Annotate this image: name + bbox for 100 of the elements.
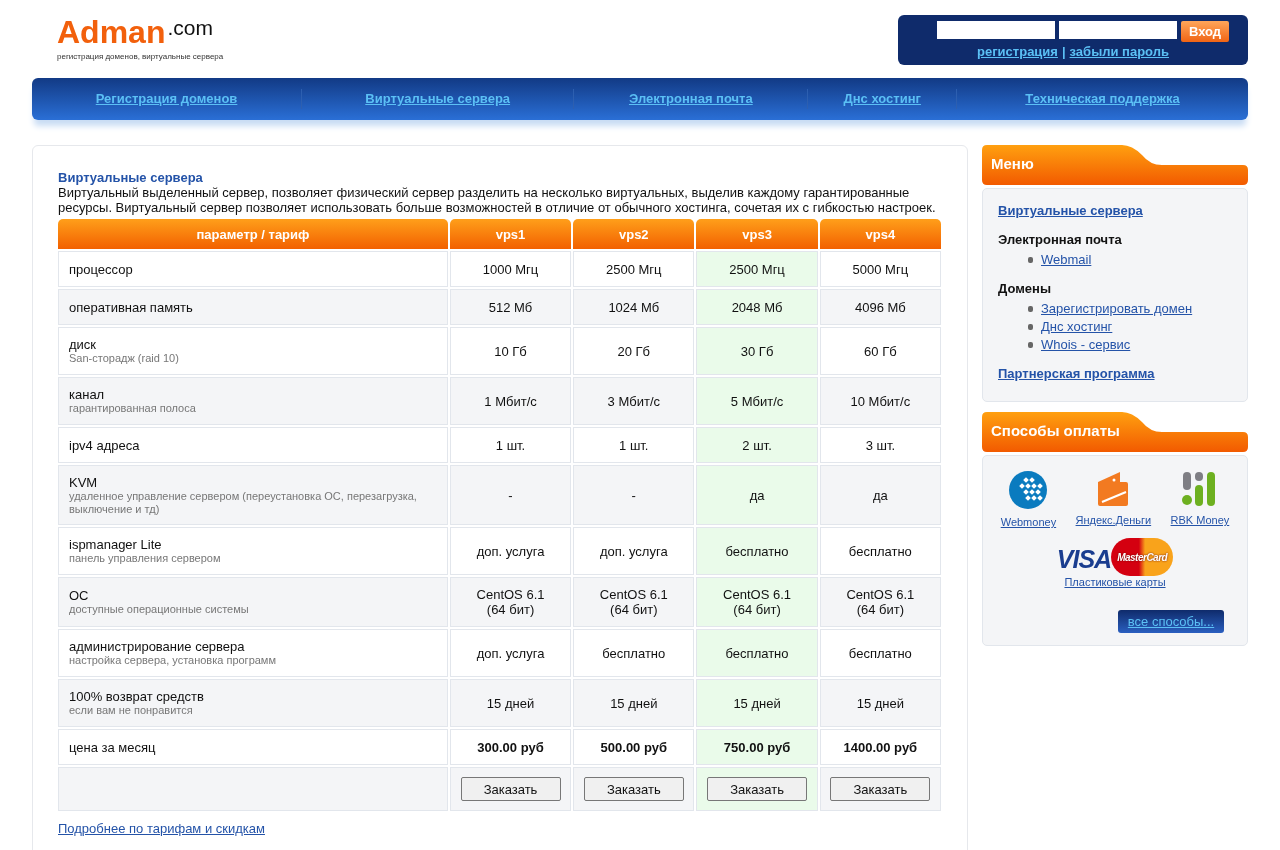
cell-text: 2500 Мгц [606,261,662,277]
cell-text: 3 Мбит/с [607,393,660,409]
column-header: vps2 [573,219,695,249]
mastercard-logo: MasterCard [1111,538,1174,576]
menu-link[interactable]: Whois - сервис [1041,336,1131,354]
column-header: vps4 [819,219,941,249]
cell-text: 10 Мбит/с [850,393,911,409]
cell-text: CentOS 6.1 (64 бит) [846,587,915,617]
bullet-icon [1028,342,1033,348]
wallet-icon [1096,470,1131,508]
cell-text: бесплатно [602,645,666,661]
row-label: канал [69,387,106,402]
logo-suffix: .com [167,16,213,40]
separator: | [1061,44,1066,59]
payment-link[interactable]: RBK Money [1170,514,1230,526]
cell-text: 2048 Мб [731,299,783,315]
bullet-icon [1028,257,1033,263]
password-field[interactable] [1058,21,1177,39]
row-label: 100% возврат средств [69,689,205,704]
cell-text: 2500 Мгц [729,261,785,277]
cell-text: 5 Мбит/с [730,393,784,409]
panel-header: Меню [982,145,1248,185]
payment-link[interactable]: Пластиковые карты [1064,576,1166,588]
cell-text: CentOS 6.1 (64 бит) [476,587,545,617]
menu-link[interactable]: Днс хостинг [1041,318,1113,336]
row-label: цена за месяц [69,739,157,755]
tagline: регистрация доменов, виртуальные сервера [57,52,224,61]
menu-link[interactable]: Партнерская программа [998,366,1232,381]
cell-text: 3 шт. [865,437,896,453]
row-label: администрирование сервера [69,639,246,654]
description: Виртуальный выделенный сервер, позволяет физический сервер разделить на несколько виртуальных, выделив каждому гарантированные ресурсы. Виртуальный сервер позволяет использовать больше возможностей в отличие от обычного хостинга, сочетая их с гибкостью настроек. [58,185,937,215]
cell-text: 15 дней [856,695,904,711]
cell-text: 1000 Мгц [482,261,539,277]
payment-link[interactable]: Яндекс.Деньги [1075,514,1152,526]
cell-text: доп. услуга [599,543,668,559]
cell-text: бесплатно [725,645,789,661]
price-text: 1400.00 руб [843,739,918,755]
cell-text: 4096 Мб [854,299,906,315]
logo-name: Adman [57,14,166,50]
order-button[interactable]: Заказать [583,777,684,801]
row-note: панель управления сервером [69,552,222,565]
login-link[interactable]: регистрация [977,44,1058,59]
bullet-icon [1028,306,1033,312]
bullet-icon [1028,324,1033,330]
cell-text: 2 шт. [742,437,772,453]
cell-text: 512 Мб [488,299,533,315]
order-button[interactable]: Заказать [707,777,808,801]
all-methods-button[interactable]: все способы... [1118,610,1224,633]
cell-text: да [749,487,765,503]
order-button[interactable]: Заказать [460,777,561,801]
payment-link[interactable]: Webmoney [1000,516,1057,528]
menu-heading: Электронная почта [998,232,1123,247]
row-note: San-сторадж (raid 10) [69,352,180,365]
row-note: если вам не понравится [69,704,194,717]
row-note: доступные операционные системы [69,603,250,616]
row-label: процессор [69,261,134,277]
cell-text: 15 дней [486,695,535,711]
cell-text: да [872,487,888,503]
panel-header: Способы оплаты [982,412,1248,452]
row-label: диск [69,337,98,352]
row-note: гарантированная полоса [69,402,197,415]
row-label: KVM [69,474,99,490]
cell-text: 1024 Мб [608,299,660,315]
row-label: ОС [69,588,90,603]
menu-link[interactable]: Webmail [1041,251,1092,269]
globe-icon [1008,470,1049,510]
cell-text: бесплатно [725,543,789,559]
menu-link[interactable]: Виртуальные сервера [998,203,1232,218]
cell-text: 60 Гб [864,343,897,359]
column-header: vps3 [696,219,818,249]
section-title: Виртуальные сервера [58,170,204,185]
cell-text: 15 дней [733,695,781,711]
cell-text: бесплатно [848,543,912,559]
cell-text: доп. услуга [476,543,545,559]
cell-text: 1 шт. [619,437,649,453]
cell-text: - [508,487,513,503]
column-header: vps1 [449,219,572,249]
menu-link[interactable]: Зарегистрировать домен [1041,300,1193,318]
cell-text: бесплатно [848,645,912,661]
cell-text: 1 шт. [495,437,526,453]
cell-text: CentOS 6.1 (64 бит) [723,587,791,617]
row-note: настройка сервера, установка программ [69,654,277,667]
price-text: 500.00 руб [600,739,667,755]
cell-text: 10 Гб [494,343,527,359]
order-button[interactable]: Заказать [830,777,931,801]
cell-text: 30 Гб [740,343,774,359]
visa-logo: VISA [1056,545,1112,574]
login-field[interactable] [936,21,1055,39]
column-header: параметр / тариф [58,219,448,249]
menu-heading: Домены [998,281,1052,296]
cell-text: - [631,487,636,503]
cell-text: 20 Гб [617,343,651,359]
cell-text: 15 дней [610,695,658,711]
row-label: оперативная память [69,299,194,315]
row-note: удаленное управление сервером (переустановка ОС, перезагрузка, выключение и тд) [69,489,418,516]
cell-text: 5000 Мгц [852,261,909,277]
details-link[interactable]: Подробнее по тарифам и скидкам [58,821,265,836]
price-text: 300.00 руб [477,739,544,755]
login-link[interactable]: забыли пароль [1069,44,1169,59]
price-text: 750.00 руб [723,739,791,755]
